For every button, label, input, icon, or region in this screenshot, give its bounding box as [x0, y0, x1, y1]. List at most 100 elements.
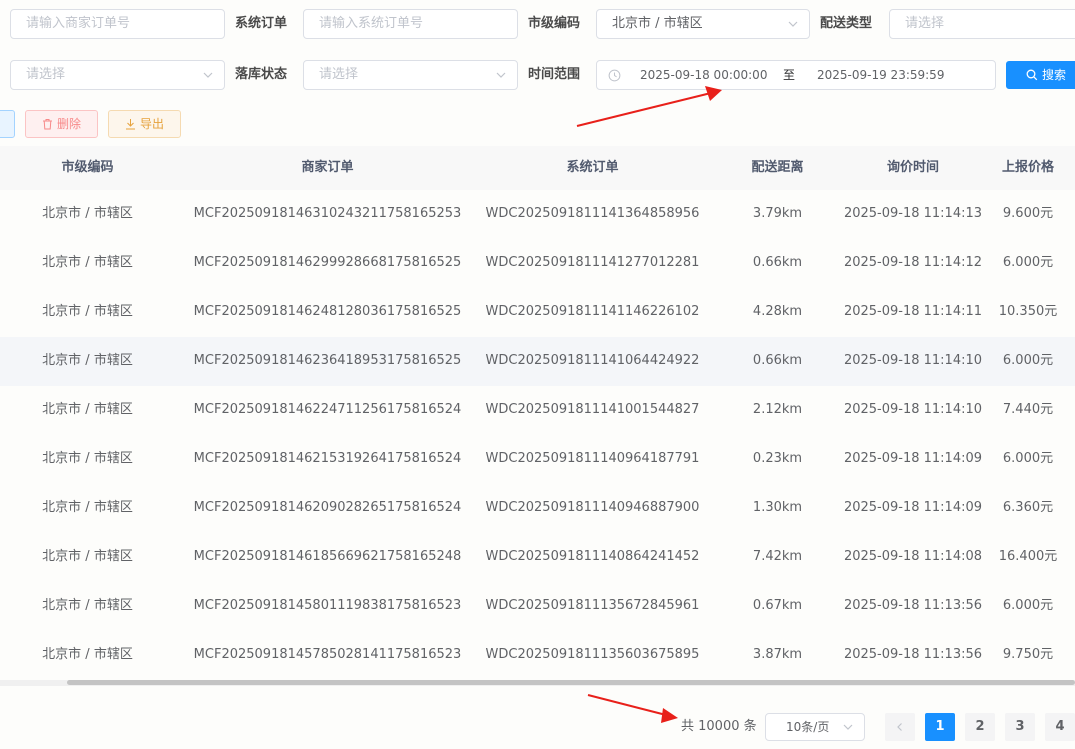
cell-system-order: WDC2025091811140864241452: [485, 549, 700, 564]
stock-status-select[interactable]: 请选择: [303, 60, 518, 90]
cell-system-order: WDC202509181114127701228​1: [485, 255, 700, 270]
cell-city: 北京市 / 市辖区: [42, 353, 133, 368]
cell-inquiry-time: 2025-09-18 11:14:13: [843, 206, 983, 221]
cell-merchant-order: MCF20250918146299928668175816525: [193, 255, 462, 270]
horizontal-scrollbar-thumb[interactable]: [67, 680, 1075, 685]
cell-price: 7.440元: [1002, 402, 1054, 417]
column-header-city[interactable]: 市级编码: [0, 146, 175, 190]
cell-merchant-order: MCF20250918146209028265175816524: [193, 500, 462, 515]
table-header: 市级编码 商家订单 系统订单 配送距离 询价时间 上报价格: [0, 146, 1075, 191]
cell-inquiry-time: 2025-09-18 11:14:11: [843, 304, 983, 319]
export-button[interactable]: 导出: [108, 110, 181, 138]
cell-system-order: WDC2025091811141146226102: [485, 304, 700, 319]
delivery-type-select[interactable]: 请选择: [889, 9, 1075, 39]
table-row[interactable]: 北京市 / 市辖区 MCF202509181462999286681758165…: [0, 239, 1075, 289]
cell-inquiry-time: 2025-09-18 11:13:56: [843, 647, 983, 662]
cell-distance: 0.67km: [752, 598, 803, 613]
cell-distance: 0.23km: [752, 451, 803, 466]
cell-merchant-order: MCF20250918146185669621758165248: [193, 549, 462, 564]
cell-inquiry-time: 2025-09-18 11:14:10: [843, 353, 983, 368]
delete-button[interactable]: 删除: [25, 110, 98, 138]
delete-button-label: 删除: [56, 117, 81, 131]
chevron-down-icon: [203, 72, 213, 78]
cell-price: 6.000元: [1002, 451, 1054, 466]
chevron-left-icon: [897, 723, 902, 731]
delivery-type-label: 配送类型: [820, 16, 873, 31]
download-icon: [125, 119, 135, 130]
page-button-2[interactable]: 2: [965, 713, 995, 741]
range-separator: 至: [783, 68, 796, 82]
table-row[interactable]: 北京市 / 市辖区 MCF202509181462481280361758165…: [0, 288, 1075, 338]
table-row[interactable]: 北京市 / 市辖区 MCF202509181462364189531758165…: [0, 337, 1075, 387]
cell-city: 北京市 / 市辖区: [42, 500, 133, 515]
cell-merchant-order: MCF20250918146224711256175816524: [193, 402, 462, 417]
cell-merchant-order: MCF20250918145785028141175816523: [193, 647, 462, 662]
search-icon: [1026, 69, 1038, 81]
column-header-inquiry-time[interactable]: 询价时间: [838, 146, 988, 190]
cell-price: 16.400元: [998, 549, 1058, 564]
end-time-value[interactable]: 2025-09-19 23:59:59: [817, 61, 944, 89]
first-select-placeholder: 请选择: [26, 67, 66, 82]
page-button-3[interactable]: 3: [1005, 713, 1035, 741]
stock-status-placeholder: 请选择: [319, 67, 359, 82]
table-row[interactable]: 北京市 / 市辖区 MCF202509181462247112561758165…: [0, 386, 1075, 436]
page-button-1[interactable]: 1: [925, 713, 955, 741]
cell-price: 6.000元: [1002, 353, 1054, 368]
system-order-label: 系统订单: [235, 16, 288, 31]
cell-system-order: WDC2025091811140946887900: [485, 500, 700, 515]
partial-button[interactable]: [0, 110, 15, 138]
cell-inquiry-time: 2025-09-18 11:14:09: [843, 500, 983, 515]
cell-merchant-order: MCF20250918146215319264175816524: [193, 451, 462, 466]
chevron-down-icon: [788, 21, 798, 27]
cell-inquiry-time: 2025-09-18 11:14:08: [843, 549, 983, 564]
table-row[interactable]: 北京市 / 市辖区 MCF202509181462153192641758165…: [0, 435, 1075, 485]
table-row[interactable]: 北京市 / 市辖区 MCF202509181458011198381758165…: [0, 582, 1075, 632]
column-header-distance[interactable]: 配送距离: [705, 146, 850, 190]
cell-merchant-order: MCF20250918146236418953175816525: [193, 353, 462, 368]
cell-system-order: WDC2025091811140964187791: [485, 451, 700, 466]
cell-price: 6.000元: [1002, 255, 1054, 270]
system-order-input[interactable]: 请输入系统订单号: [303, 9, 518, 39]
cell-price: 9.750元: [1002, 647, 1054, 662]
cell-city: 北京市 / 市辖区: [42, 647, 133, 662]
cell-distance: 0.66km: [752, 353, 803, 368]
cell-city: 北京市 / 市辖区: [42, 255, 133, 270]
cell-merchant-order: MCF20250918146248128036175816525: [193, 304, 462, 319]
cell-distance: 4.28km: [752, 304, 803, 319]
cell-distance: 3.87km: [752, 647, 803, 662]
column-header-system-order[interactable]: 系统订单: [480, 146, 705, 190]
page-button-4[interactable]: 4: [1045, 713, 1075, 741]
annotation-arrow-total: [587, 694, 678, 723]
table-row[interactable]: 北京市 / 市辖区 MCF202509181463102432117581652…: [0, 190, 1075, 240]
city-code-value: 北京市 / 市辖区: [612, 16, 703, 31]
city-code-label: 市级编码: [528, 16, 581, 31]
cell-distance: 1.30km: [752, 500, 803, 515]
table-row[interactable]: 北京市 / 市辖区 MCF202509181457850281411758165…: [0, 631, 1075, 681]
cell-distance: 0.66km: [752, 255, 803, 270]
city-code-select[interactable]: 北京市 / 市辖区: [596, 9, 810, 39]
table-row[interactable]: 北京市 / 市辖区 MCF202509181461856696217581652…: [0, 533, 1075, 583]
trash-icon: [42, 119, 52, 130]
prev-page-button[interactable]: [885, 713, 915, 741]
search-button[interactable]: 搜索: [1006, 61, 1075, 89]
cell-price: 9.600元: [1002, 206, 1054, 221]
search-button-label: 搜索: [1041, 68, 1066, 82]
cell-system-order: WDC2025091811141064424922: [485, 353, 700, 368]
page-size-value: 10条/页: [786, 720, 830, 734]
cell-city: 北京市 / 市辖区: [42, 206, 133, 221]
merchant-order-input[interactable]: 请输入商家订单号: [10, 9, 225, 39]
cell-inquiry-time: 2025-09-18 11:14:10: [843, 402, 983, 417]
chevron-down-icon: [843, 724, 853, 730]
pagination-total: 共 10000 条: [681, 719, 757, 734]
cell-inquiry-time: 2025-09-18 11:14:09: [843, 451, 983, 466]
table-row[interactable]: 北京市 / 市辖区 MCF202509181462090282651758165…: [0, 484, 1075, 534]
column-header-merchant-order[interactable]: 商家订单: [175, 146, 480, 190]
cell-distance: 3.79km: [752, 206, 803, 221]
column-header-price[interactable]: 上报价格: [988, 146, 1068, 190]
cell-system-order: WDC20250918111413648589​56: [485, 206, 700, 221]
cell-system-order: WDC2025091811135603675895: [485, 647, 700, 662]
cell-merchant-order: MCF20250918146310243211758165253: [193, 206, 462, 221]
page-size-select[interactable]: 10条/页: [765, 713, 865, 741]
cell-city: 北京市 / 市辖区: [42, 549, 133, 564]
first-select[interactable]: 请选择: [10, 60, 225, 90]
